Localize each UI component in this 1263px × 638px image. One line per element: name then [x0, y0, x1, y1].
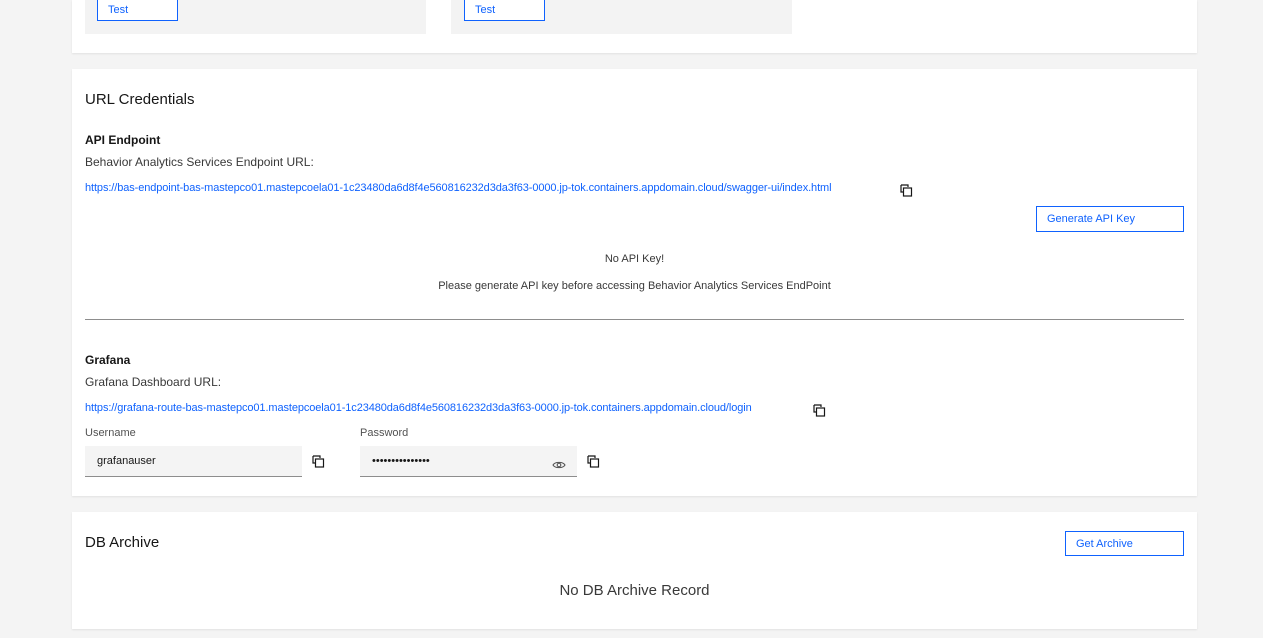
grafana-heading: Grafana — [85, 353, 131, 367]
url-credentials-title: URL Credentials — [85, 91, 195, 108]
api-endpoint-url-link[interactable]: https://bas-endpoint-bas-mastepco01.mast… — [85, 182, 832, 194]
db-archive-empty-message: No DB Archive Record — [559, 582, 710, 599]
section-divider — [85, 319, 1184, 320]
no-api-key-message: Please generate API key before accessing… — [438, 280, 831, 292]
url-credentials-card: URL Credentials API Endpoint Behavior An… — [72, 69, 1197, 496]
connection-tile-2: Test — [451, 0, 792, 34]
test-button-1[interactable]: Test — [97, 0, 178, 21]
generate-api-key-button[interactable]: Generate API Key — [1036, 206, 1184, 232]
no-api-key-title: No API Key! — [604, 253, 665, 265]
copy-username-icon[interactable] — [312, 455, 325, 468]
grafana-url-link[interactable]: https://grafana-route-bas-mastepco01.mas… — [85, 402, 752, 414]
copy-grafana-url-icon[interactable] — [813, 404, 826, 417]
db-archive-card: DB Archive Get Archive No DB Archive Rec… — [72, 512, 1197, 629]
api-endpoint-heading: API Endpoint — [85, 133, 161, 147]
connection-test-card: Test Test — [72, 0, 1197, 53]
copy-password-icon[interactable] — [587, 455, 600, 468]
test-button-2[interactable]: Test — [464, 0, 545, 21]
password-field[interactable]: ••••••••••••••• — [360, 446, 577, 477]
username-field[interactable]: grafanauser — [85, 446, 302, 477]
connection-tile-1: Test — [85, 0, 426, 34]
grafana-url-label: Grafana Dashboard URL: — [85, 375, 222, 389]
api-endpoint-url-label: Behavior Analytics Services Endpoint URL… — [85, 155, 314, 169]
eye-icon[interactable] — [552, 457, 566, 469]
username-label: Username — [85, 427, 136, 439]
db-archive-title: DB Archive — [85, 534, 160, 551]
password-label: Password — [360, 427, 409, 439]
copy-icon[interactable] — [900, 184, 913, 197]
get-archive-button[interactable]: Get Archive — [1065, 531, 1184, 556]
